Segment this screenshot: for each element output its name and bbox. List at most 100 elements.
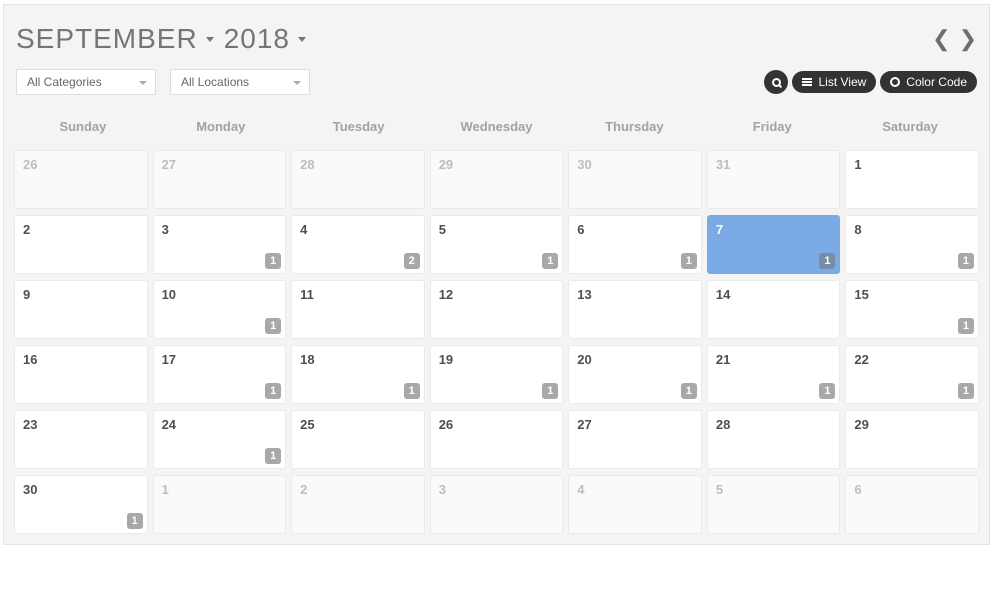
day-cell[interactable]: 191 (430, 345, 564, 404)
prev-month-icon[interactable]: ❮ (932, 28, 950, 50)
toolbar: All Categories All Locations List View C… (4, 65, 989, 109)
day-cell[interactable]: 51 (430, 215, 564, 274)
day-number: 9 (23, 287, 139, 302)
day-number: 2 (23, 222, 139, 237)
day-cell[interactable]: 26 (14, 150, 148, 209)
day-cell[interactable]: 2 (291, 475, 425, 534)
event-count-badge: 1 (404, 383, 420, 399)
event-count-badge: 1 (265, 383, 281, 399)
day-number: 29 (854, 417, 970, 432)
day-cell[interactable]: 13 (568, 280, 702, 339)
day-cell[interactable]: 27 (568, 410, 702, 469)
day-cell[interactable]: 29 (430, 150, 564, 209)
day-number: 5 (439, 222, 555, 237)
event-count-badge: 1 (681, 383, 697, 399)
day-cell[interactable]: 28 (291, 150, 425, 209)
day-cell[interactable]: 5 (707, 475, 841, 534)
day-cell[interactable]: 151 (845, 280, 979, 339)
day-number: 4 (577, 482, 693, 497)
day-number: 28 (300, 157, 416, 172)
day-cell[interactable]: 171 (153, 345, 287, 404)
day-cell[interactable]: 42 (291, 215, 425, 274)
event-count-badge: 1 (265, 448, 281, 464)
categories-dropdown[interactable]: All Categories (16, 69, 156, 95)
calendar-grid: 2627282930311231425161718191011112131415… (4, 150, 989, 544)
day-number: 3 (439, 482, 555, 497)
color-code-button[interactable]: Color Code (880, 71, 977, 93)
day-cell[interactable]: 2 (14, 215, 148, 274)
day-cell[interactable]: 6 (845, 475, 979, 534)
locations-dropdown[interactable]: All Locations (170, 69, 310, 95)
day-cell[interactable]: 31 (707, 150, 841, 209)
day-cell[interactable]: 23 (14, 410, 148, 469)
day-cell[interactable]: 12 (430, 280, 564, 339)
weekday-label: Friday (703, 109, 841, 144)
day-cell[interactable]: 101 (153, 280, 287, 339)
day-cell[interactable]: 221 (845, 345, 979, 404)
day-cell[interactable]: 31 (153, 215, 287, 274)
weekday-label: Tuesday (290, 109, 428, 144)
locations-label: All Locations (181, 75, 249, 89)
search-button[interactable] (764, 70, 788, 94)
day-cell[interactable]: 27 (153, 150, 287, 209)
list-view-label: List View (818, 75, 866, 89)
day-cell[interactable]: 201 (568, 345, 702, 404)
day-cell[interactable]: 211 (707, 345, 841, 404)
day-cell[interactable]: 4 (568, 475, 702, 534)
year-selector[interactable]: 2018 (224, 23, 306, 55)
event-count-badge: 1 (819, 253, 835, 269)
day-number: 29 (439, 157, 555, 172)
day-number: 30 (23, 482, 139, 497)
day-cell[interactable]: 181 (291, 345, 425, 404)
month-selector[interactable]: SEPTEMBER (16, 23, 214, 55)
day-cell[interactable]: 26 (430, 410, 564, 469)
color-code-label: Color Code (906, 75, 967, 89)
day-number: 6 (854, 482, 970, 497)
day-cell[interactable]: 301 (14, 475, 148, 534)
event-count-badge: 1 (542, 383, 558, 399)
day-number: 14 (716, 287, 832, 302)
day-cell[interactable]: 71 (707, 215, 841, 274)
day-cell[interactable]: 241 (153, 410, 287, 469)
day-number: 16 (23, 352, 139, 367)
day-number: 21 (716, 352, 832, 367)
day-number: 2 (300, 482, 416, 497)
day-cell[interactable]: 30 (568, 150, 702, 209)
day-cell[interactable]: 1 (845, 150, 979, 209)
day-number: 26 (23, 157, 139, 172)
day-cell[interactable]: 28 (707, 410, 841, 469)
weekday-label: Saturday (841, 109, 979, 144)
day-number: 1 (854, 157, 970, 172)
categories-label: All Categories (27, 75, 102, 89)
toolbar-buttons: List View Color Code (764, 70, 977, 94)
event-count-badge: 1 (958, 383, 974, 399)
day-cell[interactable]: 9 (14, 280, 148, 339)
day-cell[interactable]: 16 (14, 345, 148, 404)
day-number: 11 (300, 287, 416, 302)
day-cell[interactable]: 3 (430, 475, 564, 534)
list-icon (802, 78, 812, 86)
day-number: 13 (577, 287, 693, 302)
caret-down-icon (298, 37, 306, 42)
next-month-icon[interactable]: ❯ (959, 28, 977, 50)
day-number: 5 (716, 482, 832, 497)
day-cell[interactable]: 81 (845, 215, 979, 274)
event-count-badge: 2 (404, 253, 420, 269)
day-number: 26 (439, 417, 555, 432)
day-cell[interactable]: 11 (291, 280, 425, 339)
day-cell[interactable]: 61 (568, 215, 702, 274)
day-cell[interactable]: 14 (707, 280, 841, 339)
list-view-button[interactable]: List View (792, 71, 876, 93)
day-number: 6 (577, 222, 693, 237)
year-label: 2018 (224, 23, 290, 55)
day-cell[interactable]: 29 (845, 410, 979, 469)
weekday-label: Thursday (565, 109, 703, 144)
day-number: 27 (162, 157, 278, 172)
day-number: 12 (439, 287, 555, 302)
event-count-badge: 1 (958, 318, 974, 334)
day-cell[interactable]: 25 (291, 410, 425, 469)
filters: All Categories All Locations (16, 69, 310, 95)
day-number: 8 (854, 222, 970, 237)
search-icon (772, 78, 781, 87)
day-cell[interactable]: 1 (153, 475, 287, 534)
